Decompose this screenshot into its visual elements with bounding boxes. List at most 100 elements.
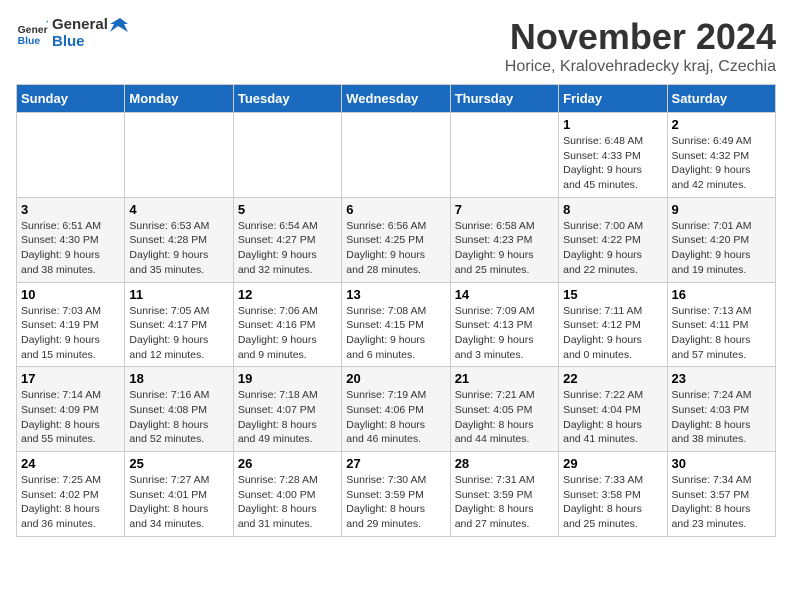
day-number: 2 (672, 117, 771, 132)
day-cell: 16 Sunrise: 7:13 AM Sunset: 4:11 PM Dayli… (667, 282, 775, 367)
week-row-5: 24 Sunrise: 7:25 AM Sunset: 4:02 PM Dayli… (17, 452, 776, 537)
day-number: 17 (21, 371, 120, 386)
day-info: Sunrise: 7:21 AM Sunset: 4:05 PM Dayligh… (455, 388, 554, 447)
day-number: 20 (346, 371, 445, 386)
day-cell (450, 113, 558, 198)
day-info: Sunrise: 7:25 AM Sunset: 4:02 PM Dayligh… (21, 473, 120, 532)
day-info: Sunrise: 6:51 AM Sunset: 4:30 PM Dayligh… (21, 219, 120, 278)
day-info: Sunrise: 7:31 AM Sunset: 3:59 PM Dayligh… (455, 473, 554, 532)
day-header-saturday: Saturday (667, 85, 775, 113)
day-info: Sunrise: 7:08 AM Sunset: 4:15 PM Dayligh… (346, 304, 445, 363)
day-number: 12 (238, 287, 337, 302)
day-info: Sunrise: 6:53 AM Sunset: 4:28 PM Dayligh… (129, 219, 228, 278)
day-number: 16 (672, 287, 771, 302)
day-info: Sunrise: 7:30 AM Sunset: 3:59 PM Dayligh… (346, 473, 445, 532)
day-header-sunday: Sunday (17, 85, 125, 113)
day-cell: 4 Sunrise: 6:53 AM Sunset: 4:28 PM Daylig… (125, 197, 233, 282)
day-info: Sunrise: 7:33 AM Sunset: 3:58 PM Dayligh… (563, 473, 662, 532)
day-number: 1 (563, 117, 662, 132)
day-info: Sunrise: 7:06 AM Sunset: 4:16 PM Dayligh… (238, 304, 337, 363)
day-header-thursday: Thursday (450, 85, 558, 113)
day-info: Sunrise: 7:19 AM Sunset: 4:06 PM Dayligh… (346, 388, 445, 447)
day-cell: 5 Sunrise: 6:54 AM Sunset: 4:27 PM Daylig… (233, 197, 341, 282)
day-number: 11 (129, 287, 228, 302)
day-header-monday: Monday (125, 85, 233, 113)
day-cell (342, 113, 450, 198)
day-cell: 12 Sunrise: 7:06 AM Sunset: 4:16 PM Dayli… (233, 282, 341, 367)
day-info: Sunrise: 7:16 AM Sunset: 4:08 PM Dayligh… (129, 388, 228, 447)
day-cell: 11 Sunrise: 7:05 AM Sunset: 4:17 PM Dayli… (125, 282, 233, 367)
day-number: 14 (455, 287, 554, 302)
day-info: Sunrise: 7:00 AM Sunset: 4:22 PM Dayligh… (563, 219, 662, 278)
day-number: 13 (346, 287, 445, 302)
day-number: 24 (21, 456, 120, 471)
day-info: Sunrise: 7:34 AM Sunset: 3:57 PM Dayligh… (672, 473, 771, 532)
day-number: 8 (563, 202, 662, 217)
day-cell: 18Sunrise: 7:16 AM Sunset: 4:08 PM Dayli… (125, 367, 233, 452)
week-row-2: 3Sunrise: 6:51 AM Sunset: 4:30 PM Daylig… (17, 197, 776, 282)
day-info: Sunrise: 7:09 AM Sunset: 4:13 PM Dayligh… (455, 304, 554, 363)
day-number: 21 (455, 371, 554, 386)
day-cell: 7 Sunrise: 6:58 AM Sunset: 4:23 PM Daylig… (450, 197, 558, 282)
day-number: 15 (563, 287, 662, 302)
day-number: 7 (455, 202, 554, 217)
day-cell (125, 113, 233, 198)
calendar-header-row: SundayMondayTuesdayWednesdayThursdayFrid… (17, 85, 776, 113)
day-number: 28 (455, 456, 554, 471)
week-row-1: 1Sunrise: 6:48 AM Sunset: 4:33 PM Daylig… (17, 113, 776, 198)
month-title: November 2024 (505, 16, 776, 58)
day-number: 29 (563, 456, 662, 471)
day-cell: 22Sunrise: 7:22 AM Sunset: 4:04 PM Dayli… (559, 367, 667, 452)
day-info: Sunrise: 7:03 AM Sunset: 4:19 PM Dayligh… (21, 304, 120, 363)
day-info: Sunrise: 7:22 AM Sunset: 4:04 PM Dayligh… (563, 388, 662, 447)
day-cell: 2 Sunrise: 6:49 AM Sunset: 4:32 PM Daylig… (667, 113, 775, 198)
day-cell: 14 Sunrise: 7:09 AM Sunset: 4:13 PM Dayli… (450, 282, 558, 367)
day-info: Sunrise: 7:14 AM Sunset: 4:09 PM Dayligh… (21, 388, 120, 447)
day-info: Sunrise: 7:05 AM Sunset: 4:17 PM Dayligh… (129, 304, 228, 363)
day-info: Sunrise: 7:27 AM Sunset: 4:01 PM Dayligh… (129, 473, 228, 532)
day-info: Sunrise: 7:18 AM Sunset: 4:07 PM Dayligh… (238, 388, 337, 447)
day-number: 27 (346, 456, 445, 471)
logo-general: General (52, 16, 108, 33)
day-header-wednesday: Wednesday (342, 85, 450, 113)
day-cell: 26 Sunrise: 7:28 AM Sunset: 4:00 PM Dayli… (233, 452, 341, 537)
day-cell (233, 113, 341, 198)
day-cell: 15Sunrise: 7:11 AM Sunset: 4:12 PM Dayli… (559, 282, 667, 367)
svg-text:Blue: Blue (18, 36, 41, 47)
logo-icon: General Blue (16, 20, 48, 48)
day-number: 9 (672, 202, 771, 217)
location: Horice, Kralovehradecky kraj, Czechia (505, 58, 776, 76)
day-info: Sunrise: 6:54 AM Sunset: 4:27 PM Dayligh… (238, 219, 337, 278)
day-header-tuesday: Tuesday (233, 85, 341, 113)
day-cell: 24 Sunrise: 7:25 AM Sunset: 4:02 PM Dayli… (17, 452, 125, 537)
day-cell: 30Sunrise: 7:34 AM Sunset: 3:57 PM Dayli… (667, 452, 775, 537)
day-number: 5 (238, 202, 337, 217)
day-info: Sunrise: 7:13 AM Sunset: 4:11 PM Dayligh… (672, 304, 771, 363)
day-cell: 27 Sunrise: 7:30 AM Sunset: 3:59 PM Dayli… (342, 452, 450, 537)
day-cell: 17 Sunrise: 7:14 AM Sunset: 4:09 PM Dayli… (17, 367, 125, 452)
title-block: November 2024 Horice, Kralovehradecky kr… (505, 16, 776, 76)
day-info: Sunrise: 6:58 AM Sunset: 4:23 PM Dayligh… (455, 219, 554, 278)
day-number: 19 (238, 371, 337, 386)
day-number: 26 (238, 456, 337, 471)
day-cell: 9 Sunrise: 7:01 AM Sunset: 4:20 PM Daylig… (667, 197, 775, 282)
day-info: Sunrise: 7:01 AM Sunset: 4:20 PM Dayligh… (672, 219, 771, 278)
day-cell: 1Sunrise: 6:48 AM Sunset: 4:33 PM Daylig… (559, 113, 667, 198)
day-cell: 25 Sunrise: 7:27 AM Sunset: 4:01 PM Dayli… (125, 452, 233, 537)
logo-bird-icon (110, 18, 128, 32)
day-info: Sunrise: 7:24 AM Sunset: 4:03 PM Dayligh… (672, 388, 771, 447)
day-number: 4 (129, 202, 228, 217)
day-cell: 21 Sunrise: 7:21 AM Sunset: 4:05 PM Dayli… (450, 367, 558, 452)
day-cell: 8 Sunrise: 7:00 AM Sunset: 4:22 PM Daylig… (559, 197, 667, 282)
day-info: Sunrise: 7:28 AM Sunset: 4:00 PM Dayligh… (238, 473, 337, 532)
logo-blue: Blue (52, 33, 85, 50)
day-info: Sunrise: 6:56 AM Sunset: 4:25 PM Dayligh… (346, 219, 445, 278)
day-info: Sunrise: 6:49 AM Sunset: 4:32 PM Dayligh… (672, 134, 771, 193)
day-number: 6 (346, 202, 445, 217)
day-cell: 6 Sunrise: 6:56 AM Sunset: 4:25 PM Daylig… (342, 197, 450, 282)
logo: General Blue General Blue (16, 16, 128, 51)
day-number: 10 (21, 287, 120, 302)
day-number: 25 (129, 456, 228, 471)
page-header: General Blue General Blue November 2024 … (16, 16, 776, 76)
week-row-4: 17 Sunrise: 7:14 AM Sunset: 4:09 PM Dayli… (17, 367, 776, 452)
